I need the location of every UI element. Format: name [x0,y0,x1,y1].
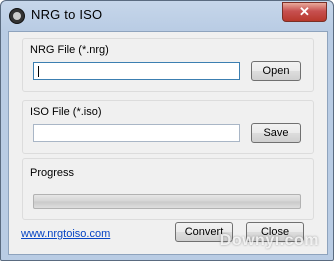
disc-app-icon [9,8,25,24]
iso-file-input[interactable] [33,124,240,142]
save-button[interactable]: Save [251,123,301,143]
progress-group: Progress [22,158,314,220]
progress-label: Progress [30,167,75,179]
nrg-file-input[interactable] [33,62,240,80]
app-window: NRG to ISO ✕ NRG File (*.nrg) Open ISO F… [0,0,334,261]
nrg-file-group: NRG File (*.nrg) Open [22,38,314,92]
iso-file-group: ISO File (*.iso) Save [22,100,314,154]
text-caret [38,66,39,77]
website-link[interactable]: www.nrgtoiso.com [21,228,110,240]
title-bar[interactable]: NRG to ISO ✕ [1,1,333,31]
nrg-file-label: NRG File (*.nrg) [30,44,109,56]
window-title: NRG to ISO [31,7,103,22]
open-button[interactable]: Open [251,61,301,81]
close-icon: ✕ [299,4,310,19]
client-area: NRG File (*.nrg) Open ISO File (*.iso) S… [8,31,328,255]
watermark-text: Downyi.com [219,232,319,249]
progress-bar [33,194,301,209]
window-close-button[interactable]: ✕ [282,2,327,22]
iso-file-label: ISO File (*.iso) [30,106,102,118]
